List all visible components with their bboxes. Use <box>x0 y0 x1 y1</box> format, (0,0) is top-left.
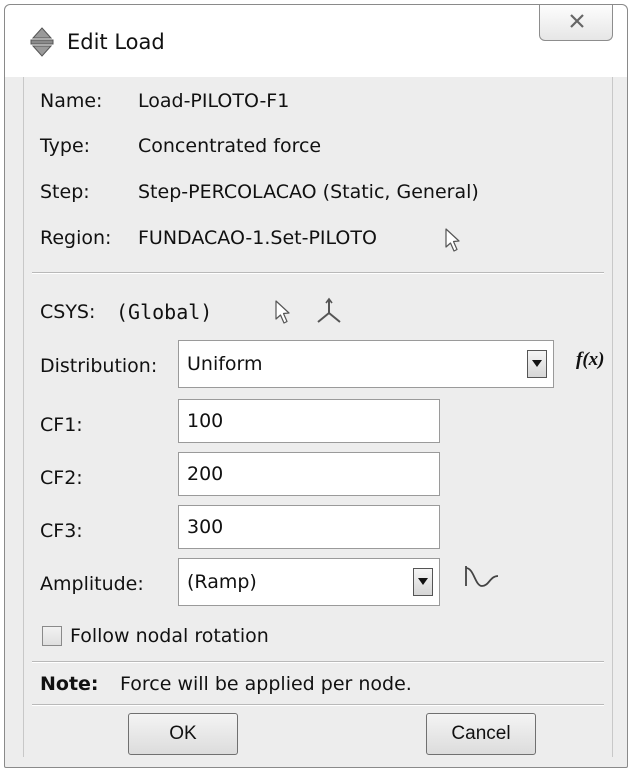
cf3-input[interactable]: 300 <box>178 505 440 549</box>
cf1-value: 100 <box>187 410 224 432</box>
section-divider <box>32 272 604 274</box>
cancel-button[interactable]: Cancel <box>426 713 536 755</box>
cf1-input[interactable]: 100 <box>178 399 440 443</box>
csys-axes-icon[interactable] <box>314 297 344 325</box>
name-value: Load-PILOTO-F1 <box>138 90 290 112</box>
amplitude-label: Amplitude: <box>40 573 144 595</box>
cf2-label: CF2: <box>40 467 83 489</box>
region-value: FUNDACAO-1.Set-PILOTO <box>138 227 377 249</box>
close-button[interactable] <box>539 5 613 41</box>
csys-value: (Global) <box>116 300 213 324</box>
distribution-select[interactable]: Uniform <box>178 340 554 388</box>
select-region-arrow-icon[interactable] <box>444 227 462 253</box>
amplitude-selected: (Ramp) <box>187 571 257 593</box>
amplitude-select[interactable]: (Ramp) <box>178 558 440 606</box>
distribution-label: Distribution: <box>40 355 158 377</box>
edit-load-icon <box>30 27 54 57</box>
close-icon <box>570 14 584 28</box>
step-value: Step-PERCOLACAO (Static, General) <box>138 181 479 203</box>
csys-label: CSYS: <box>40 301 96 323</box>
ok-button[interactable]: OK <box>128 713 238 755</box>
cf3-value: 300 <box>187 516 224 538</box>
note-text: Force will be applied per node. <box>120 673 412 695</box>
dropdown-arrow-icon[interactable] <box>527 350 547 378</box>
amplitude-curve-icon[interactable] <box>462 564 502 594</box>
select-csys-arrow-icon[interactable] <box>274 299 292 325</box>
region-label: Region: <box>40 227 112 249</box>
cf3-label: CF3: <box>40 520 83 542</box>
note-divider <box>32 661 604 663</box>
cf2-input[interactable]: 200 <box>178 452 440 496</box>
dropdown-arrow-icon[interactable] <box>413 568 433 596</box>
follow-nodal-rotation-label[interactable]: Follow nodal rotation <box>70 623 269 649</box>
distribution-fx-button[interactable]: f(x) <box>576 349 604 371</box>
type-label: Type: <box>40 135 91 157</box>
type-value: Concentrated force <box>138 135 322 157</box>
follow-nodal-rotation-checkbox[interactable] <box>42 626 62 646</box>
cf2-value: 200 <box>187 463 224 485</box>
dialog-title: Edit Load <box>67 30 165 54</box>
step-label: Step: <box>40 181 90 203</box>
buttons-divider <box>32 704 604 706</box>
distribution-selected: Uniform <box>187 353 263 375</box>
name-label: Name: <box>40 90 103 112</box>
title-bar[interactable]: Edit Load <box>5 5 627 77</box>
cf1-label: CF1: <box>40 414 83 436</box>
dialog-body: Name: Load-PILOTO-F1 Type: Concentrated … <box>23 77 613 757</box>
note-label: Note: <box>40 673 99 695</box>
edit-load-dialog: Edit Load Name: Load-PILOTO-F1 Type: Con… <box>4 4 628 768</box>
